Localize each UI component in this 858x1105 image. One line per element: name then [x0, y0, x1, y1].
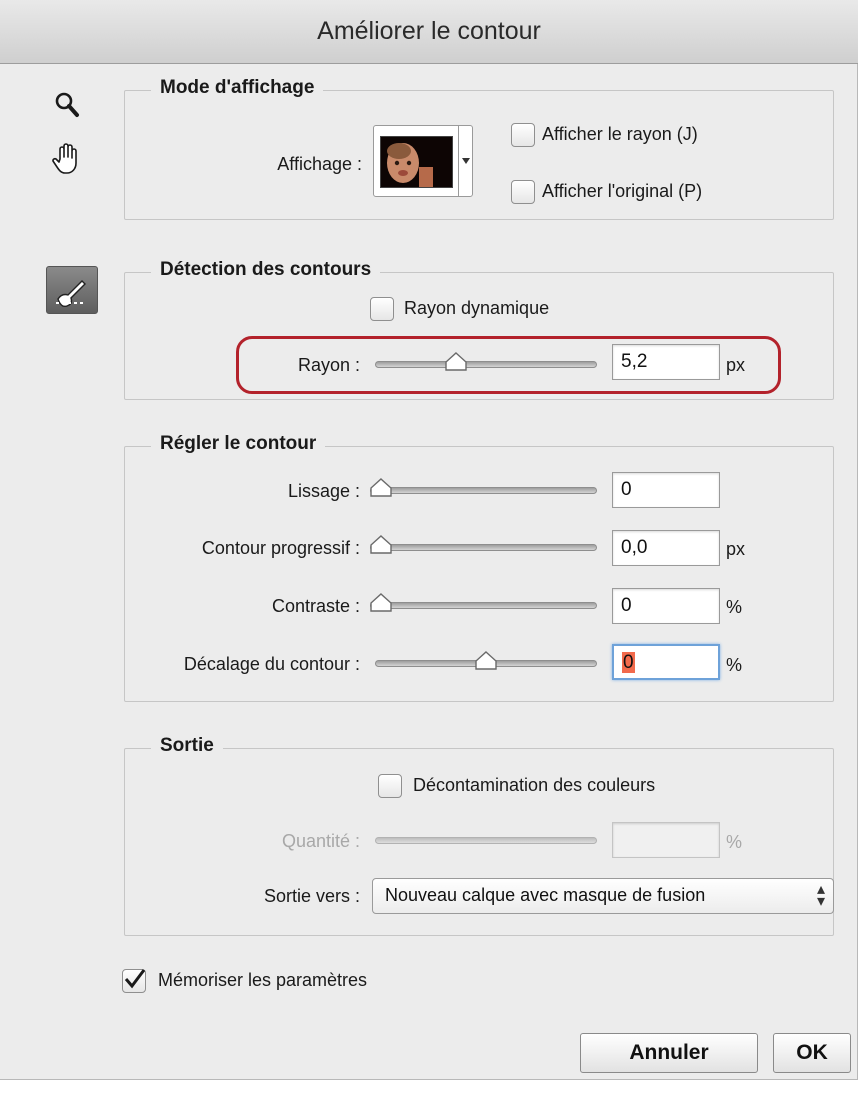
- amount-input: [612, 822, 720, 858]
- up-down-arrows-icon: ▴ ▾: [816, 881, 825, 910]
- smart-radius-label: Rayon dynamique: [404, 298, 550, 318]
- display-mode-heading: Mode d'affichage: [151, 77, 324, 99]
- feather-slider[interactable]: [370, 535, 597, 558]
- amount-unit: %: [726, 832, 743, 852]
- smooth-slider[interactable]: [370, 478, 597, 501]
- shift-edge-value: 0: [622, 652, 635, 673]
- output-to-label: Sortie vers :: [263, 886, 360, 906]
- contrast-label: Contraste :: [271, 596, 360, 616]
- contrast-input[interactable]: 0: [612, 588, 720, 624]
- slider-track: [370, 602, 597, 609]
- remember-settings-checkbox[interactable]: [122, 969, 146, 993]
- slider-thumb[interactable]: [370, 535, 392, 555]
- shift-edge-input[interactable]: 0: [612, 644, 720, 680]
- contrast-slider[interactable]: [370, 593, 597, 616]
- shift-edge-unit: %: [726, 655, 743, 675]
- window-title: Améliorer le contour: [317, 17, 541, 45]
- amount-label: Quantité :: [281, 831, 360, 851]
- cancel-button[interactable]: Annuler: [580, 1033, 758, 1073]
- shift-edge-label: Décalage du contour :: [183, 654, 360, 674]
- show-original-checkbox[interactable]: [511, 180, 535, 204]
- remember-settings-label: Mémoriser les paramètres: [158, 970, 368, 990]
- amount-slider: [375, 831, 597, 851]
- smooth-label: Lissage :: [287, 481, 360, 501]
- checkmark-icon: [124, 969, 146, 989]
- slider-thumb[interactable]: [370, 478, 392, 498]
- output-to-select[interactable]: Nouveau calque avec masque de fusion ▴ ▾: [372, 878, 834, 914]
- edge-detection-heading: Détection des contours: [151, 259, 381, 281]
- slider-track: [375, 837, 597, 844]
- decontaminate-colors-checkbox[interactable]: [378, 774, 402, 798]
- feather-label: Contour progressif :: [201, 538, 360, 558]
- refine-edge-dialog: Améliorer le contour Mode d'affichage Af…: [0, 0, 858, 1080]
- title-bar[interactable]: Améliorer le contour: [0, 0, 858, 64]
- refine-radius-brush-icon[interactable]: [46, 266, 98, 314]
- zoom-icon[interactable]: [52, 90, 82, 120]
- view-preview-thumbnail: [380, 136, 453, 188]
- decontaminate-colors-label: Décontamination des couleurs: [413, 775, 656, 795]
- show-radius-checkbox[interactable]: [511, 123, 535, 147]
- radius-annotation-highlight: [236, 336, 781, 394]
- output-heading: Sortie: [151, 735, 223, 757]
- slider-track: [370, 487, 597, 494]
- contrast-unit: %: [726, 597, 743, 617]
- shift-edge-slider[interactable]: [375, 651, 597, 674]
- adjust-edge-heading: Régler le contour: [151, 433, 326, 455]
- view-mode-popup[interactable]: [373, 125, 473, 197]
- feather-unit: px: [726, 539, 746, 559]
- display-label: Affichage :: [277, 154, 362, 174]
- feather-input[interactable]: 0,0: [612, 530, 720, 566]
- show-radius-label: Afficher le rayon (J): [542, 124, 698, 144]
- smart-radius-checkbox[interactable]: [370, 297, 394, 321]
- slider-track: [370, 544, 597, 551]
- slider-thumb[interactable]: [370, 593, 392, 613]
- chevron-down-icon: [462, 158, 470, 164]
- ok-button[interactable]: OK: [773, 1033, 851, 1073]
- smooth-input[interactable]: 0: [612, 472, 720, 508]
- hand-icon[interactable]: [50, 140, 84, 176]
- output-to-value: Nouveau calque avec masque de fusion: [385, 885, 706, 905]
- popup-divider: [458, 126, 459, 196]
- slider-thumb[interactable]: [475, 651, 497, 671]
- show-original-label: Afficher l'original (P): [542, 181, 703, 201]
